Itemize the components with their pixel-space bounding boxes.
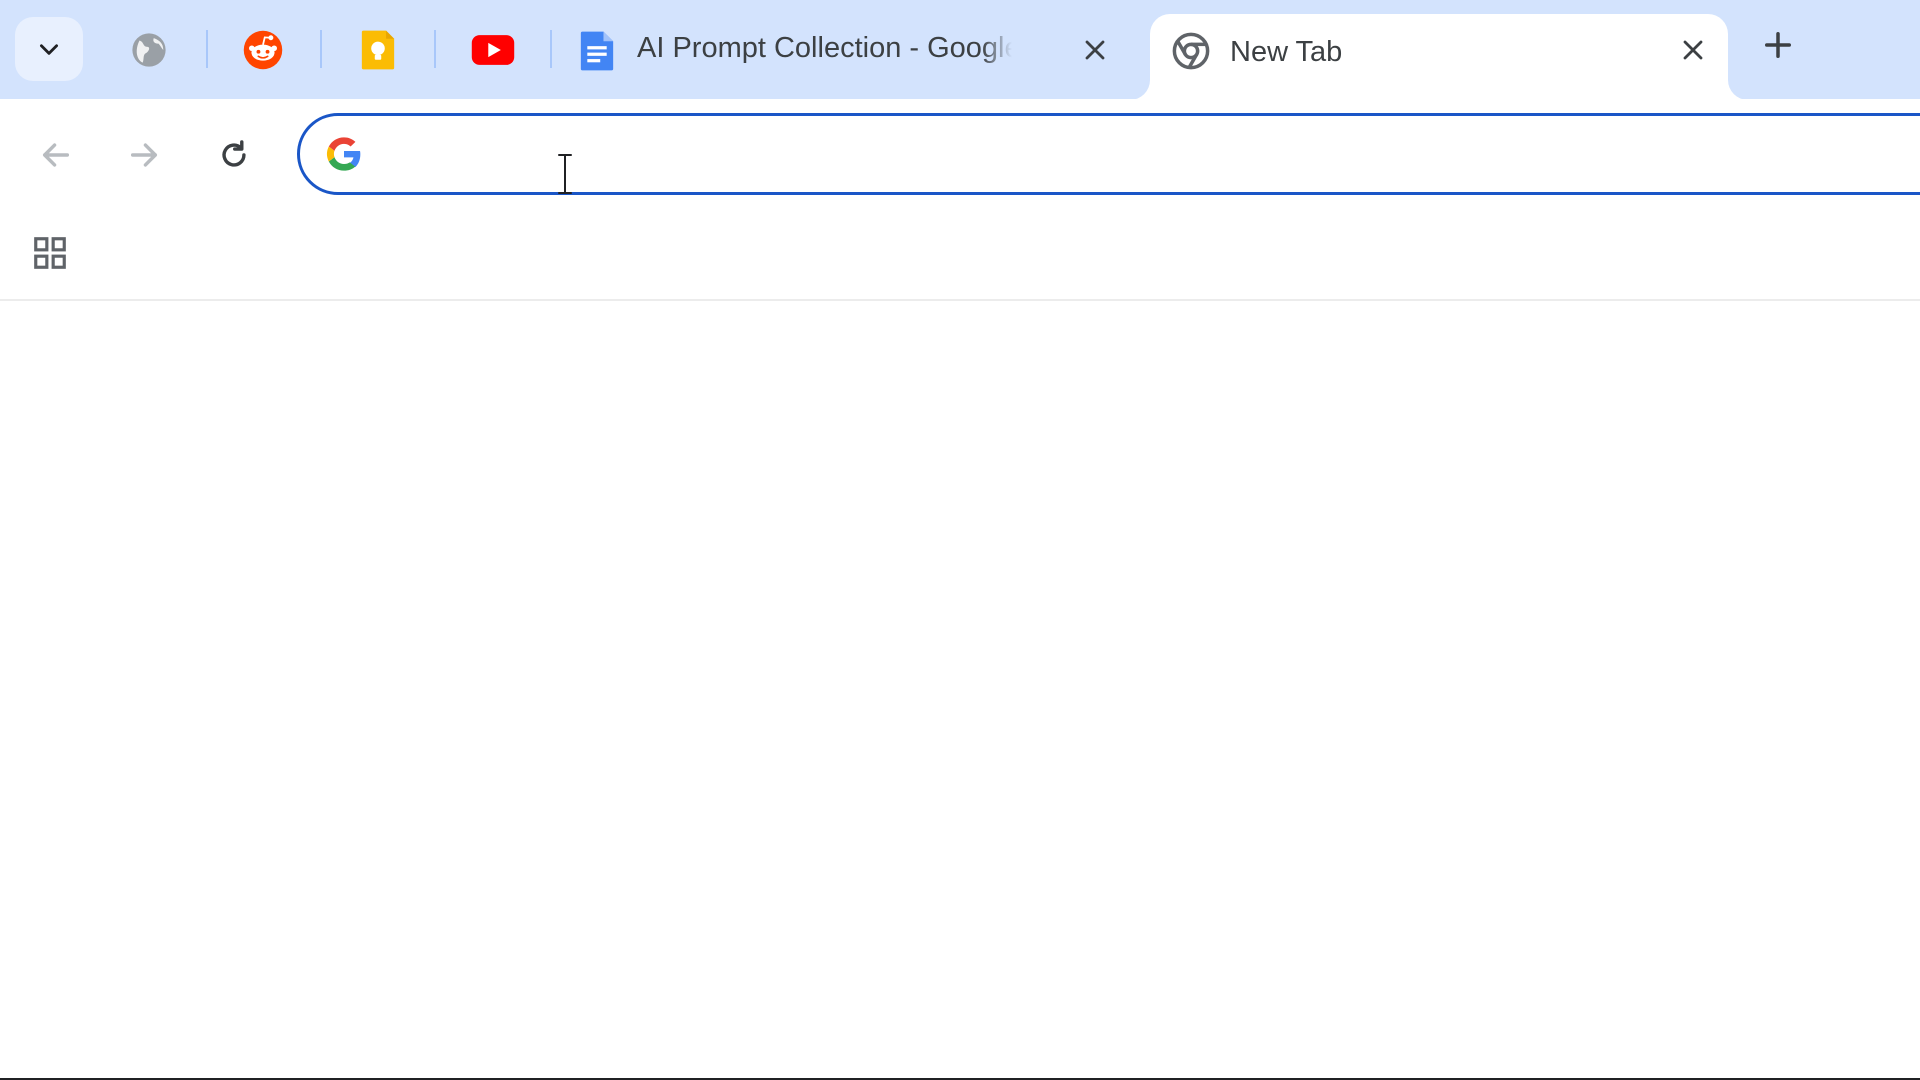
bookmarks-bar (0, 215, 1920, 301)
close-tab-button[interactable] (1675, 32, 1711, 68)
plus-icon (1765, 32, 1791, 58)
address-bar[interactable] (297, 113, 1920, 195)
tab-separator (550, 30, 552, 68)
tab-search-button[interactable] (15, 17, 83, 81)
globe-icon (132, 33, 166, 67)
browser-window: AI Prompt Collection - Google Docs New T… (0, 0, 1920, 1080)
pinned-tab-keep[interactable] (348, 20, 408, 80)
keep-icon (361, 30, 395, 70)
google-docs-icon (580, 31, 614, 71)
pinned-tab-youtube[interactable] (463, 20, 523, 80)
tab-separator (320, 30, 322, 68)
omnibox-input[interactable] (390, 130, 1794, 180)
tab-separator (206, 30, 208, 68)
youtube-icon (471, 35, 515, 65)
arrow-left-icon (42, 143, 70, 167)
tab-title: New Tab (1230, 36, 1343, 68)
tab-title: AI Prompt Collection - Google Docs (637, 32, 1012, 64)
pinned-tab-globe[interactable] (119, 20, 179, 80)
tab-separator (434, 30, 436, 68)
pinned-tab-reddit[interactable] (233, 20, 293, 80)
reload-icon (222, 140, 246, 167)
tab-strip: AI Prompt Collection - Google Docs New T… (0, 0, 1920, 100)
text-cursor-icon (558, 154, 572, 194)
forward-button[interactable] (120, 131, 168, 179)
back-button[interactable] (32, 131, 80, 179)
close-icon (1085, 40, 1105, 60)
chevron-down-icon (40, 44, 58, 55)
google-g-icon (326, 137, 361, 171)
apps-grid-icon (34, 237, 66, 269)
close-tab-button[interactable] (1077, 32, 1113, 68)
close-icon (1683, 40, 1703, 60)
tab-new-tab-active[interactable]: New Tab (1150, 14, 1728, 100)
chrome-icon (1172, 32, 1210, 70)
page-content[interactable] (0, 301, 1920, 1078)
arrow-right-icon (130, 143, 158, 167)
new-tab-button[interactable] (1755, 22, 1801, 68)
reddit-icon (243, 30, 283, 70)
toolbar (0, 99, 1920, 215)
reload-button[interactable] (210, 131, 258, 179)
tab-google-docs[interactable]: AI Prompt Collection - Google Docs (567, 14, 1117, 86)
apps-button[interactable] (28, 231, 72, 275)
